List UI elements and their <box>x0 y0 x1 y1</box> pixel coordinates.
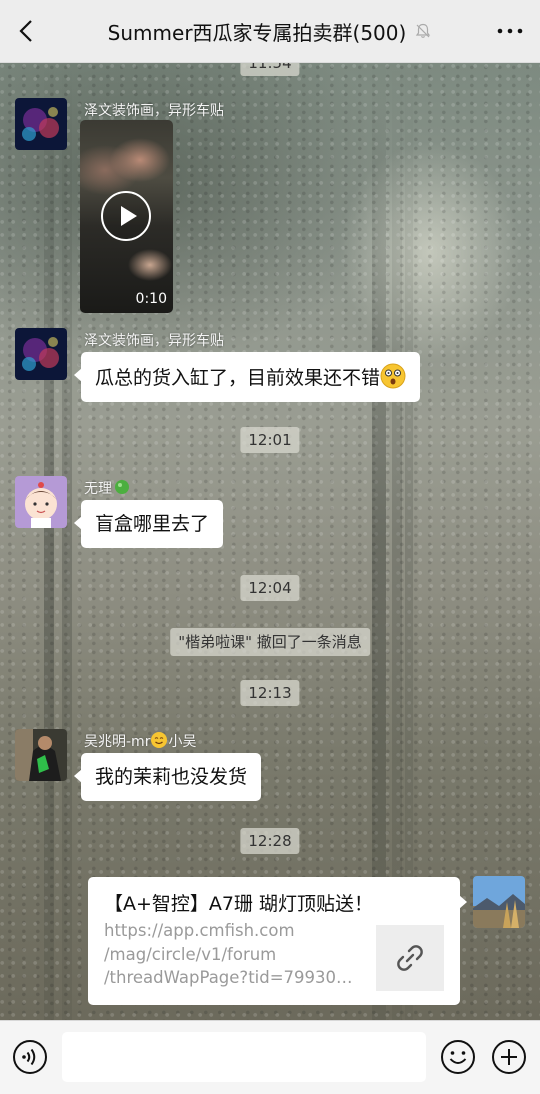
chat-header: Summer西瓜家专属拍卖群(500) <box>0 0 540 63</box>
message-input[interactable] <box>62 1032 426 1082</box>
system-recall-notice: "楷弟啦课" 撤回了一条消息 <box>170 628 370 656</box>
chat-title: Summer西瓜家专属拍卖群(500) <box>107 20 407 45</box>
avatar[interactable] <box>15 328 67 380</box>
sender-name: 无理 <box>84 478 130 498</box>
play-icon <box>101 191 151 241</box>
message-bubble[interactable]: 我的茉莉也没发货 <box>73 753 262 801</box>
voice-icon <box>13 1040 47 1074</box>
bell-off-icon <box>416 23 431 38</box>
sender-name: 泽文装饰画，异形车贴 <box>84 103 224 119</box>
message-text: 瓜总的货入缸了，目前效果还不错 <box>95 367 381 389</box>
message-bubble[interactable]: 盲盒哪里去了 <box>73 500 224 548</box>
surprised-face-emoji-icon <box>380 363 406 389</box>
more-functions-button[interactable] <box>491 1039 527 1075</box>
input-bar <box>0 1020 540 1094</box>
message-text: 盲盒哪里去了 <box>95 513 210 535</box>
link-icon <box>397 945 423 971</box>
link-card-message[interactable]: 【A+智控】A7珊 瑚灯顶贴送！ https://app.cmfish.com … <box>88 877 467 1005</box>
timestamp: 12:04 <box>240 575 300 601</box>
timestamp: 12:28 <box>240 828 300 854</box>
play-button[interactable] <box>100 190 152 242</box>
timestamp: 12:13 <box>240 680 300 706</box>
voice-button[interactable] <box>12 1039 48 1075</box>
avatar[interactable] <box>15 476 67 528</box>
cartoon-avatar-image <box>15 476 67 528</box>
video-duration: 0:10 <box>135 291 167 307</box>
photo-avatar-image <box>15 729 67 781</box>
emoji-icon <box>441 1040 475 1074</box>
timestamp: 12:01 <box>240 427 300 453</box>
coral-avatar-image <box>15 328 67 380</box>
chevron-left-icon <box>19 20 32 42</box>
link-url: https://app.cmfish.com /mag/circle/v1/fo… <box>104 921 354 987</box>
emoji-button[interactable] <box>440 1039 476 1075</box>
my-avatar[interactable] <box>473 876 525 928</box>
message-text: 我的茉莉也没发货 <box>95 766 248 788</box>
sender-name: 吴兆明-mr 小吴 <box>84 731 196 751</box>
more-button[interactable] <box>494 18 526 44</box>
link-thumbnail <box>376 925 444 991</box>
green-circle-emoji-icon <box>115 480 129 494</box>
smile-emoji-icon <box>151 732 168 748</box>
video-message[interactable]: 0:10 <box>80 120 173 313</box>
back-button[interactable] <box>6 10 46 52</box>
avatar[interactable] <box>15 729 67 781</box>
more-dots-icon <box>497 28 523 34</box>
coral-avatar-image <box>15 98 67 150</box>
avatar[interactable] <box>15 98 67 150</box>
landscape-avatar-image <box>473 876 525 928</box>
plus-icon <box>492 1040 526 1074</box>
message-bubble[interactable]: 瓜总的货入缸了，目前效果还不错 <box>73 352 421 402</box>
link-title: 【A+智控】A7珊 瑚灯顶贴送！ <box>104 893 374 915</box>
sender-name: 泽文装饰画，异形车贴 <box>84 333 224 349</box>
